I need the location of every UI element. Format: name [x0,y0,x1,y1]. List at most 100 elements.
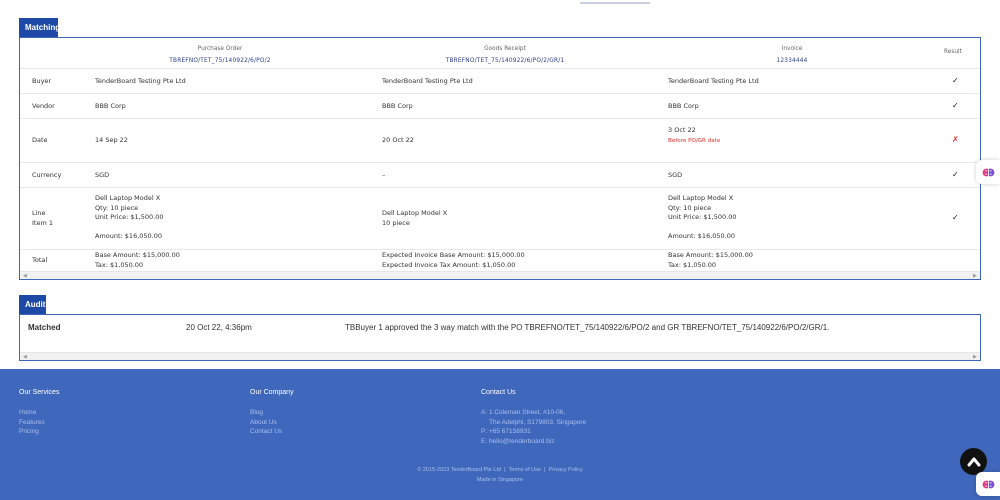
footer-terms-link[interactable]: Terms of Use [509,467,541,473]
table-row: Line Item 1 Dell Laptop Model X Qty: 10 … [20,188,980,250]
invoice-header-label: Invoice [781,46,803,52]
po-item-name: Dell Laptop Model X [95,194,161,202]
row-label-date: Date [32,136,48,144]
po-total: Base Amount: $15,000.00 Tax: $1,050.00 [95,251,180,270]
scroll-left-icon[interactable]: ◀ [23,272,27,279]
gr-date: 20 Oct 22 [382,136,414,144]
footer-company: Our Company Blog About Us Contact Us [250,389,294,437]
footer-contact-title: Contact Us [481,389,516,396]
gr-header: Goods Receipt TBREFNO/TET_75/140922/6/PO… [430,45,580,66]
gr-vendor: BBB Corp [382,102,413,110]
po-date: 14 Sep 22 [95,136,128,144]
row-label-total: Total [32,256,48,264]
invoice-currency: SGD [668,171,683,179]
line-item-label-line1: Line [32,209,46,217]
po-header: Purchase Order TBREFNO/TET_75/140922/6/P… [150,45,290,66]
po-line-item: Dell Laptop Model X Qty: 10 piece Unit P… [95,194,164,242]
gr-line-item: Dell Laptop Model X 10 piece [382,209,447,228]
audit-table-panel: Matched 20 Oct 22, 4:36pm TBBuyer 1 appr… [19,314,981,361]
gr-total: Expected Invoice Base Amount: $15,000.00… [382,251,525,270]
po-header-label: Purchase Order [197,46,243,52]
audit-message: TBBuyer 1 approved the 3 way match with … [345,323,830,332]
back-to-top-button[interactable] [960,448,987,475]
gr-currency: – [382,171,386,179]
invoice-item-amount: Amount: $16,050.00 [668,232,736,240]
table-row: Currency SGD – SGD ✓ [20,163,980,188]
footer-link-blog[interactable]: Blog [250,408,294,418]
audit-section-tab: Audit [19,295,46,314]
brain-icon [982,167,994,177]
po-vendor: BBB Corp [95,102,126,110]
row-label-line-item: Line Item 1 [32,209,53,228]
site-footer: Our Services Home Features Pricing Our C… [0,369,1000,500]
footer-privacy-link[interactable]: Privacy Policy [548,467,582,473]
audit-horizontal-scrollbar[interactable]: ◀ ▶ [20,352,980,360]
invoice-total: Base Amount: $15,000.00 Tax: $1,050.00 [668,251,753,270]
footer-legal: © 2015-2023 TenderBoard Pte Ltd | Terms … [417,467,583,473]
chevron-up-icon [967,457,980,466]
row-label-vendor: Vendor [32,102,55,110]
po-base-amount: Base Amount: $15,000.00 [95,251,180,259]
table-row: Date 14 Sep 22 20 Oct 22 3 Oct 22 Before… [20,119,980,163]
check-icon: ✓ [952,170,959,179]
gr-item-name: Dell Laptop Model X [382,209,448,217]
result-header-label: Result [944,49,962,55]
matching-horizontal-scrollbar[interactable]: ◀ ▶ [20,271,980,279]
row-label-buyer: Buyer [32,77,52,85]
invoice-number-link[interactable]: 12334444 [742,57,842,67]
footer-services-title: Our Services [19,389,60,396]
assistant-button[interactable] [976,160,1000,184]
footer-link-contact[interactable]: Contact Us [250,427,294,437]
gr-expected-base: Expected Invoice Base Amount: $15,000.00 [382,251,525,259]
po-item-qty: Qty: 10 piece [95,203,139,212]
po-item-amount: Amount: $16,050.00 [95,232,163,240]
po-buyer: TenderBoard Testing Pte Ltd [95,77,186,85]
check-icon: ✓ [952,101,959,110]
scroll-left-icon[interactable]: ◀ [23,353,27,360]
invoice-item-price: Unit Price: $1,500.00 [668,213,737,221]
audit-status: Matched [28,323,61,332]
gr-number-link[interactable]: TBREFNO/TET_75/140922/6/PO/2/GR/1 [430,57,580,67]
scroll-right-icon[interactable]: ▶ [973,353,977,360]
footer-link-home[interactable]: Home [19,408,59,418]
table-row: Total Base Amount: $15,000.00 Tax: $1,05… [20,250,980,272]
footer-services: Our Services Home Features Pricing [19,389,59,437]
footer-email[interactable]: E: hello@tenderboard.biz [481,437,586,447]
gr-item-qty: 10 piece [382,218,410,227]
matching-table-panel: Purchase Order TBREFNO/TET_75/140922/6/P… [19,37,981,280]
invoice-buyer: TenderBoard Testing Pte Ltd [668,77,759,85]
cross-icon: ✗ [952,135,959,144]
po-number-link[interactable]: TBREFNO/TET_75/140922/6/PO/2 [150,57,290,67]
footer-link-pricing[interactable]: Pricing [19,427,59,437]
invoice-line-item: Dell Laptop Model X Qty: 10 piece Unit P… [668,194,737,242]
assistant-button-bottom[interactable] [976,472,1000,496]
row-label-currency: Currency [32,171,62,179]
check-icon: ✓ [952,213,959,222]
invoice-base-amount: Base Amount: $15,000.00 [668,251,753,259]
matching-header-row: Purchase Order TBREFNO/TET_75/140922/6/P… [20,38,980,69]
invoice-item-qty: Qty: 10 piece [668,203,712,212]
footer-phone[interactable]: P: +65 67158931 [481,427,586,437]
table-row: Vendor BBB Corp BBB Corp BBB Corp ✓ [20,94,980,119]
line-item-label-line2: Item 1 [32,218,53,227]
footer-link-about[interactable]: About Us [250,418,294,428]
scroll-right-icon[interactable]: ▶ [973,272,977,279]
invoice-date-warning: Before PO/GR date [668,138,721,144]
footer-made-in: Made in Singapore [476,477,524,483]
gr-buyer: TenderBoard Testing Pte Ltd [382,77,473,85]
top-tab-indicator [580,2,650,4]
result-header: Result [944,48,980,58]
po-tax-amount: Tax: $1,050.00 [95,260,144,269]
gr-expected-tax: Expected Invoice Tax Amount: $1,050.00 [382,260,516,269]
footer-link-features[interactable]: Features [19,418,59,428]
footer-copyright: © 2015-2023 TenderBoard Pte Ltd [417,467,502,473]
audit-tab-label: Audit [25,300,46,309]
audit-timestamp: 20 Oct 22, 4:36pm [186,323,252,332]
invoice-date: 3 Oct 22 [668,126,696,134]
footer-company-title: Our Company [250,389,294,396]
invoice-item-name: Dell Laptop Model X [668,194,734,202]
table-row: Buyer TenderBoard Testing Pte Ltd Tender… [20,69,980,94]
brain-icon [982,479,994,489]
footer-address-line2: The Adelphi, S179803, Singapore [489,418,587,426]
po-item-price: Unit Price: $1,500.00 [95,213,164,221]
